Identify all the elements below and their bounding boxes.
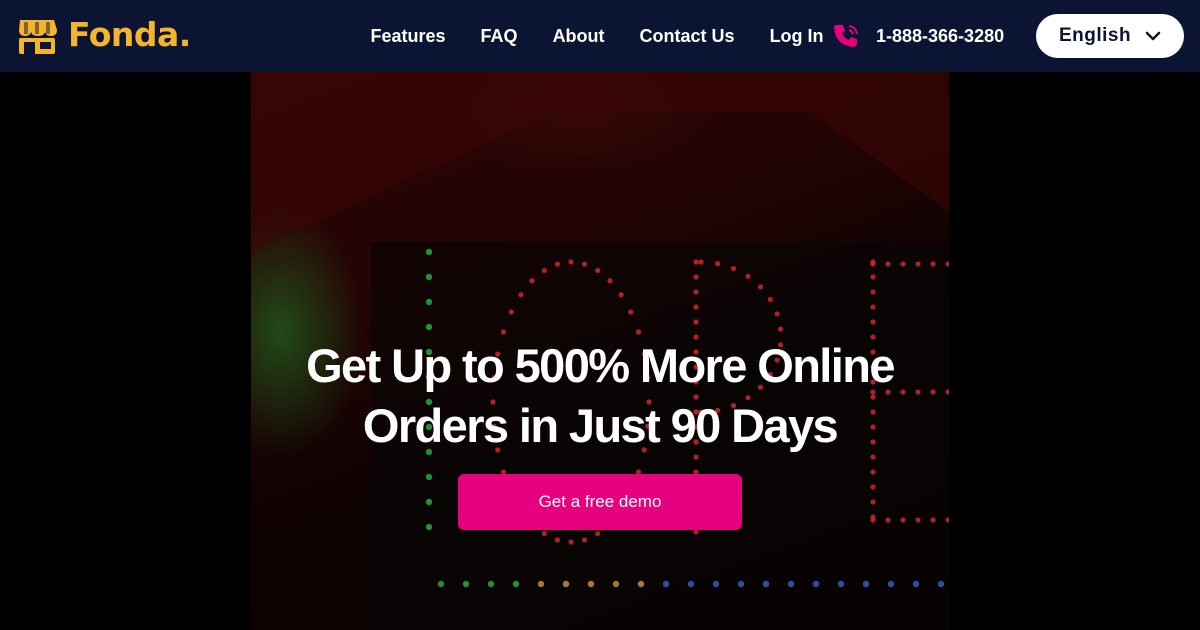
chevron-down-icon [1145, 31, 1161, 41]
top-navbar: Fonda. Features FAQ About Contact Us Log… [0, 0, 1200, 72]
hero-headline: Get Up to 500% More Online Orders in Jus… [250, 336, 950, 456]
hero-headline-line-1: Get Up to 500% More Online [306, 339, 895, 392]
language-selector[interactable]: English [1036, 14, 1184, 58]
language-label: English [1058, 25, 1132, 46]
hero-headline-line-2: Orders in Just 90 Days [362, 399, 839, 452]
nav-about[interactable]: About [535, 0, 622, 72]
get-free-demo-button[interactable]: Get a free demo [458, 474, 742, 530]
brand-name: Fonda. [68, 15, 191, 54]
nav-contact-us[interactable]: Contact Us [622, 0, 752, 72]
brand-logo[interactable]: Fonda. [16, 14, 191, 56]
nav-log-in[interactable]: Log In [752, 0, 841, 72]
main-nav: Features FAQ About Contact Us Log In [353, 0, 841, 72]
nav-faq[interactable]: FAQ [463, 0, 535, 72]
phone-link[interactable]: 1-888-366-3280 [832, 20, 1004, 52]
phone-icon [834, 25, 858, 47]
phone-number: 1-888-366-3280 [876, 25, 1005, 46]
storefront-icon [19, 20, 57, 54]
nav-features[interactable]: Features [353, 0, 463, 72]
